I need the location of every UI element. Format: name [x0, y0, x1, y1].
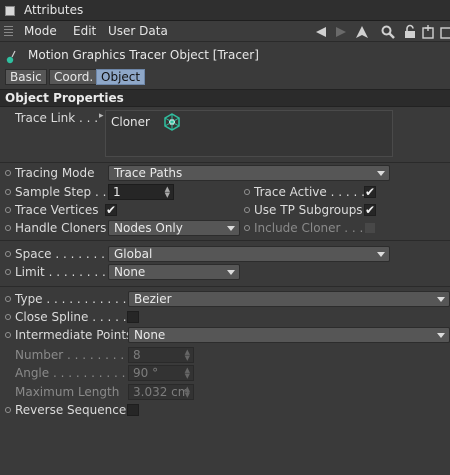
menu-edit[interactable]: Edit	[73, 24, 96, 38]
tracing-mode-label: Tracing Mode	[15, 166, 95, 180]
search-icon[interactable]	[380, 24, 396, 40]
animate-dot[interactable]	[244, 189, 250, 195]
animate-dot[interactable]	[5, 207, 11, 213]
cloner-icon	[163, 113, 181, 131]
maximum-length-label: Maximum Length	[15, 385, 120, 399]
animate-dot[interactable]	[5, 189, 11, 195]
handle-cloners-dropdown[interactable]: Nodes Only	[108, 220, 240, 236]
stepper-arrows-icon[interactable]: ▲ ▼	[165, 186, 170, 199]
tab-basic[interactable]: Basic	[5, 69, 47, 85]
animate-dot[interactable]	[5, 225, 11, 231]
maximum-length-input[interactable]: 3.032 cm ▲ ▼	[128, 384, 194, 400]
back-arrow-icon[interactable]	[313, 24, 329, 40]
animate-dot[interactable]	[5, 314, 11, 320]
forward-arrow-icon[interactable]	[333, 24, 349, 40]
angle-input[interactable]: 90 ° ▲ ▼	[128, 365, 194, 381]
sample-step-value: 1	[113, 185, 121, 199]
number-value: 8	[133, 348, 141, 362]
window-titlebar: Attributes	[0, 0, 450, 21]
chevron-down-icon	[377, 171, 385, 176]
intermediate-points-value: None	[134, 328, 166, 342]
new-panel-icon[interactable]	[420, 24, 436, 40]
trace-vertices-label: Trace Vertices	[15, 203, 99, 217]
stepper-arrows-icon[interactable]: ▲ ▼	[185, 386, 190, 399]
tab-coord[interactable]: Coord.	[49, 69, 99, 85]
maximum-length-value: 3.032 cm	[133, 385, 190, 399]
use-tp-subgroups-checkbox[interactable]: ✔	[364, 204, 376, 216]
divider	[0, 162, 450, 163]
divider	[0, 286, 450, 287]
number-input[interactable]: 8 ▲ ▼	[128, 347, 194, 363]
type-dropdown[interactable]: Bezier	[128, 291, 450, 307]
window-icon	[5, 6, 15, 16]
sample-step-label: Sample Step . . .	[15, 185, 115, 199]
trace-active-label: Trace Active . . . . . .	[254, 185, 373, 199]
chevron-down-icon	[377, 252, 385, 257]
limit-value: None	[114, 265, 146, 279]
limit-dropdown[interactable]: None	[108, 264, 240, 280]
space-value: Global	[114, 247, 153, 261]
chevron-down-icon	[437, 333, 445, 338]
object-header: Motion Graphics Tracer Object [Tracer]	[6, 47, 446, 65]
menu-user-data[interactable]: User Data	[108, 24, 168, 38]
stepper-arrows-icon[interactable]: ▲ ▼	[185, 367, 190, 380]
intermediate-points-dropdown[interactable]: None	[128, 327, 450, 343]
use-tp-subgroups-label: Use TP Subgroups	[254, 203, 363, 217]
intermediate-points-label: Intermediate Points	[15, 328, 133, 342]
trace-link-field[interactable]: ▸ Cloner	[99, 110, 393, 157]
menu-mode[interactable]: Mode	[24, 24, 57, 38]
animate-dot[interactable]	[5, 170, 11, 176]
trace-link-label: Trace Link . . .	[15, 111, 99, 125]
animate-dot[interactable]	[5, 251, 11, 257]
window-title: Attributes	[24, 3, 84, 17]
animate-dot[interactable]	[244, 207, 250, 213]
animate-dot[interactable]	[5, 332, 11, 338]
type-value: Bezier	[134, 292, 172, 306]
link-marker-icon: ▸	[99, 111, 104, 121]
reverse-sequence-checkbox[interactable]	[127, 404, 139, 416]
animate-dot[interactable]	[5, 296, 11, 302]
tracing-mode-value: Trace Paths	[114, 166, 183, 180]
trace-active-checkbox[interactable]: ✔	[364, 186, 376, 198]
chevron-down-icon	[227, 226, 235, 231]
animate-dot[interactable]	[5, 269, 11, 275]
animate-dot[interactable]	[244, 225, 250, 231]
close-spline-checkbox[interactable]	[127, 311, 139, 323]
section-header: Object Properties	[0, 89, 450, 107]
lock-icon[interactable]	[402, 24, 418, 40]
close-spline-label: Close Spline . . . . . .	[15, 310, 135, 324]
divider	[0, 240, 450, 241]
chevron-down-icon	[227, 270, 235, 275]
include-cloner-label: Include Cloner . . .	[254, 221, 364, 235]
chevron-down-icon	[437, 297, 445, 302]
handle-cloners-label: Handle Cloners	[15, 221, 107, 235]
trace-vertices-checkbox[interactable]: ✔	[105, 204, 117, 216]
angle-value: 90 °	[133, 366, 159, 380]
sample-step-input[interactable]: 1 ▲ ▼	[108, 184, 174, 200]
handle-cloners-value: Nodes Only	[114, 221, 183, 235]
object-title: Motion Graphics Tracer Object [Tracer]	[28, 48, 259, 62]
space-dropdown[interactable]: Global	[108, 246, 390, 262]
animate-dot[interactable]	[5, 407, 11, 413]
tracing-mode-dropdown[interactable]: Trace Paths	[108, 165, 390, 181]
trace-link-value: Cloner	[111, 115, 150, 129]
include-cloner-checkbox[interactable]	[364, 222, 376, 234]
panel-menu-icon[interactable]	[438, 24, 450, 40]
tab-object[interactable]: Object	[96, 69, 146, 85]
tracer-object-icon	[6, 50, 18, 64]
grip-icon[interactable]	[4, 26, 13, 37]
reverse-sequence-label: Reverse Sequence	[15, 403, 127, 417]
up-arrow-icon[interactable]	[354, 24, 370, 40]
stepper-arrows-icon[interactable]: ▲ ▼	[185, 349, 190, 362]
menu-bar: Mode Edit User Data	[0, 21, 450, 42]
section-title: Object Properties	[5, 91, 124, 105]
